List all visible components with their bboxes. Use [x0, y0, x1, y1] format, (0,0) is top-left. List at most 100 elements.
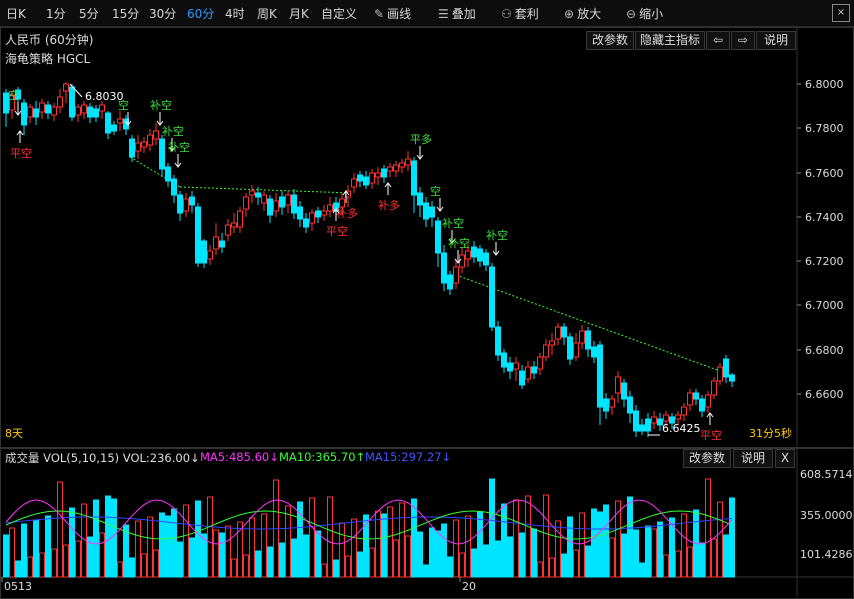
candle	[171, 175, 177, 203]
signal-label: 平空	[326, 224, 348, 238]
candle	[477, 245, 483, 267]
candle-body	[183, 198, 189, 212]
signal-label: 补空	[168, 140, 190, 154]
price-tick-label: 6.6600	[805, 388, 844, 401]
candle	[723, 355, 729, 383]
candle	[717, 363, 723, 385]
candle-body	[291, 194, 297, 214]
volume-bar	[411, 498, 417, 578]
volume-bar	[477, 511, 483, 578]
candle	[555, 323, 561, 345]
candle	[231, 213, 237, 233]
candle-body	[447, 274, 453, 290]
candle	[453, 259, 459, 289]
signal-label: 空	[8, 88, 19, 102]
candle-body	[441, 252, 447, 284]
candle-body	[567, 336, 573, 360]
volume-bar	[621, 533, 627, 578]
candlestick-chart[interactable]: 6.8000 6.7800 6.7600 6.7400 6.7200 6.7000 6.68…	[0, 27, 854, 447]
candle	[471, 241, 477, 263]
trade-signal: 平空	[10, 130, 32, 160]
candle	[261, 191, 267, 211]
candle	[639, 419, 645, 435]
candle	[549, 333, 555, 355]
candle	[435, 217, 441, 267]
candle-body	[465, 250, 471, 260]
volume-bar	[429, 527, 435, 578]
candle	[369, 169, 375, 189]
trade-signal: 补空	[486, 228, 508, 256]
candle	[189, 191, 195, 213]
candles	[3, 82, 735, 437]
period-4h[interactable]: 4时	[225, 5, 245, 22]
candle-body	[87, 106, 93, 118]
candle-body	[267, 198, 273, 216]
volume-bar	[387, 506, 393, 578]
volume-bar	[231, 558, 237, 578]
candle-body	[273, 200, 279, 212]
volume-chart[interactable]: 608.5714 355.0000 101.4286 0513 20	[0, 447, 854, 599]
candle	[615, 371, 621, 403]
candle-body	[681, 406, 687, 416]
signal-label: 补空	[442, 216, 464, 230]
candle	[363, 171, 369, 189]
candle	[495, 321, 501, 361]
candle-body	[51, 106, 57, 116]
candle-body	[429, 206, 435, 218]
candle	[585, 327, 591, 357]
volume-bar	[639, 562, 645, 578]
volume-bar	[687, 546, 693, 578]
volume-bar	[99, 532, 105, 578]
candle-body	[405, 158, 411, 166]
volume-bar	[531, 528, 537, 578]
candle	[81, 101, 87, 119]
period-month[interactable]: 月K	[289, 5, 309, 22]
candle	[159, 135, 165, 177]
candle-body	[75, 106, 81, 116]
candle	[711, 377, 717, 399]
volume-bar	[423, 564, 429, 578]
candle-body	[255, 192, 261, 198]
candle	[567, 333, 573, 365]
signal-label: 补多	[378, 198, 400, 212]
period-60min[interactable]: 60分	[187, 5, 214, 22]
candle	[561, 323, 567, 345]
candle-body	[675, 414, 681, 420]
volume-bar	[105, 495, 111, 578]
close-window-button[interactable]: ×	[832, 4, 850, 22]
volume-bar	[135, 520, 141, 578]
volume-bar	[345, 555, 351, 578]
draw-line-button[interactable]: ✎ 画线	[374, 5, 411, 22]
volume-bar	[303, 534, 309, 578]
arbitrage-button[interactable]: ⚇ 套利	[501, 5, 539, 22]
volume-bar	[3, 534, 9, 578]
candle	[111, 121, 117, 135]
volume-bar	[633, 529, 639, 578]
candle-body	[417, 192, 423, 206]
volume-bar	[465, 515, 471, 578]
volume-bar	[225, 525, 231, 578]
candle	[243, 193, 249, 217]
period-1min[interactable]: 1分	[46, 5, 66, 22]
zoom-in-button[interactable]: ⊕ 放大	[564, 5, 601, 22]
candle	[183, 193, 189, 217]
volume-bar	[117, 561, 123, 578]
period-custom[interactable]: 自定义	[321, 5, 357, 22]
candle-body	[549, 340, 555, 346]
period-day[interactable]: 日K	[6, 5, 26, 22]
volume-bar	[255, 550, 261, 578]
candle-body	[489, 266, 495, 328]
period-30min[interactable]: 30分	[149, 5, 176, 22]
candle	[621, 379, 627, 407]
candle-body	[279, 196, 285, 208]
volume-bar	[57, 481, 63, 578]
candle	[633, 405, 639, 437]
period-5min[interactable]: 5分	[79, 5, 99, 22]
overlay-button[interactable]: ☰ 叠加	[438, 5, 476, 22]
period-15min[interactable]: 15分	[112, 5, 139, 22]
candle-body	[723, 358, 729, 378]
volume-bar	[129, 557, 135, 578]
zoom-out-button[interactable]: ⊖ 缩小	[626, 5, 663, 22]
period-week[interactable]: 周K	[257, 5, 277, 22]
stack-icon: ☰	[438, 7, 449, 21]
